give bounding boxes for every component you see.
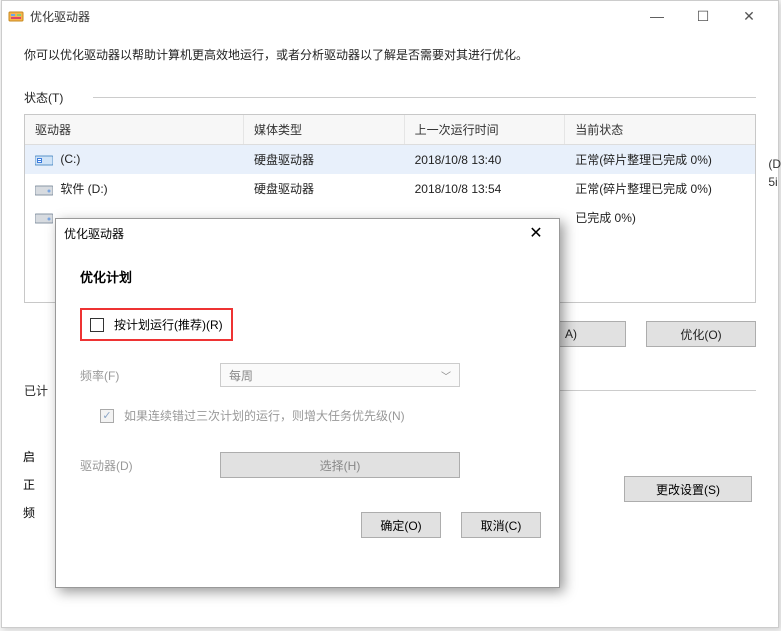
dialog-body: 优化计划 按计划运行(推荐)(R) 频率(F) 每周 ﹀ 如果连续错过三次计划的… — [56, 247, 559, 506]
run-schedule-checkbox[interactable] — [90, 318, 104, 332]
dialog-footer: 确定(O) 取消(C) — [56, 506, 559, 552]
cell-drive: (C:) — [60, 152, 80, 166]
dialog-close-button[interactable]: ✕ — [521, 221, 551, 245]
cancel-button[interactable]: 取消(C) — [461, 512, 541, 538]
frequency-select[interactable]: 每周 ﹀ — [220, 363, 460, 387]
label-on: 启 — [23, 445, 35, 469]
minimize-button[interactable]: — — [634, 1, 680, 31]
label-ok: 正 — [23, 473, 35, 497]
table-header: 驱动器 媒体类型 上一次运行时间 当前状态 — [25, 115, 755, 145]
th-media[interactable]: 媒体类型 — [244, 115, 405, 144]
label-freq: 频 — [23, 501, 35, 525]
dialog-section-title: 优化计划 — [80, 267, 535, 286]
cell-drive: 软件 (D:) — [60, 182, 107, 196]
os-drive-icon — [35, 153, 53, 167]
run-schedule-highlight: 按计划运行(推荐)(R) — [80, 308, 233, 341]
cell-state: 正常(碎片整理已完成 0%) — [565, 177, 755, 200]
th-drive[interactable]: 驱动器 — [25, 115, 244, 144]
priority-row: 如果连续错过三次计划的运行，则增大任务优先级(N) — [100, 407, 535, 424]
close-button[interactable]: ✕ — [726, 1, 772, 31]
frequency-row: 频率(F) 每周 ﹀ — [80, 363, 535, 387]
cell-media: 硬盘驱动器 — [244, 177, 405, 200]
scheduled-label: 已计 — [24, 382, 48, 399]
window-controls: — ☐ ✕ — [634, 1, 772, 31]
run-schedule-label: 按计划运行(推荐)(R) — [114, 316, 223, 333]
maximize-button[interactable]: ☐ — [680, 1, 726, 31]
chevron-down-icon: ﹀ — [441, 368, 451, 383]
th-last[interactable]: 上一次运行时间 — [405, 115, 566, 144]
hdd-icon — [35, 183, 53, 197]
choose-drives-button[interactable]: 选择(H) — [220, 452, 460, 478]
cell-media: 硬盘驱动器 — [244, 148, 405, 171]
app-icon — [8, 8, 24, 24]
titlebar: 优化驱动器 — ☐ ✕ — [2, 1, 778, 31]
table-row[interactable]: 软件 (D:) 硬盘驱动器 2018/10/8 13:54 正常(碎片整理已完成… — [25, 174, 755, 203]
cell-last: 2018/10/8 13:40 — [405, 150, 566, 170]
description-text: 你可以优化驱动器以帮助计算机更高效地运行，或者分析驱动器以了解是否需要对其进行优… — [24, 46, 756, 64]
edge-snippet: (D 5i — [768, 155, 781, 191]
dialog-title: 优化驱动器 — [64, 225, 521, 242]
covered-labels: 启 正 频 — [23, 441, 35, 525]
ok-button[interactable]: 确定(O) — [361, 512, 441, 538]
window-title: 优化驱动器 — [30, 8, 634, 25]
optimize-button[interactable]: 优化(O) — [646, 321, 756, 347]
frequency-label: 频率(F) — [80, 367, 220, 384]
drives-row: 驱动器(D) 选择(H) — [80, 452, 535, 478]
divider — [93, 97, 756, 98]
drives-label: 驱动器(D) — [80, 457, 220, 474]
cell-state: 已完成 0%) — [565, 206, 755, 229]
hdd-icon — [35, 211, 53, 225]
table-row[interactable]: (C:) 硬盘驱动器 2018/10/8 13:40 正常(碎片整理已完成 0%… — [25, 145, 755, 174]
priority-label: 如果连续错过三次计划的运行，则增大任务优先级(N) — [124, 407, 405, 424]
change-settings-button[interactable]: 更改设置(S) — [624, 476, 752, 502]
cell-state: 正常(碎片整理已完成 0%) — [565, 148, 755, 171]
schedule-dialog: 优化驱动器 ✕ 优化计划 按计划运行(推荐)(R) 频率(F) 每周 ﹀ 如果连… — [55, 218, 560, 588]
settings-row: 更改设置(S) — [624, 476, 752, 502]
dialog-titlebar: 优化驱动器 ✕ — [56, 219, 559, 247]
priority-checkbox[interactable] — [100, 409, 114, 423]
th-state[interactable]: 当前状态 — [565, 115, 755, 144]
status-row: 状态(T) — [24, 89, 756, 106]
cell-last: 2018/10/8 13:54 — [405, 179, 566, 199]
frequency-value: 每周 — [229, 367, 253, 384]
status-label: 状态(T) — [24, 89, 63, 106]
